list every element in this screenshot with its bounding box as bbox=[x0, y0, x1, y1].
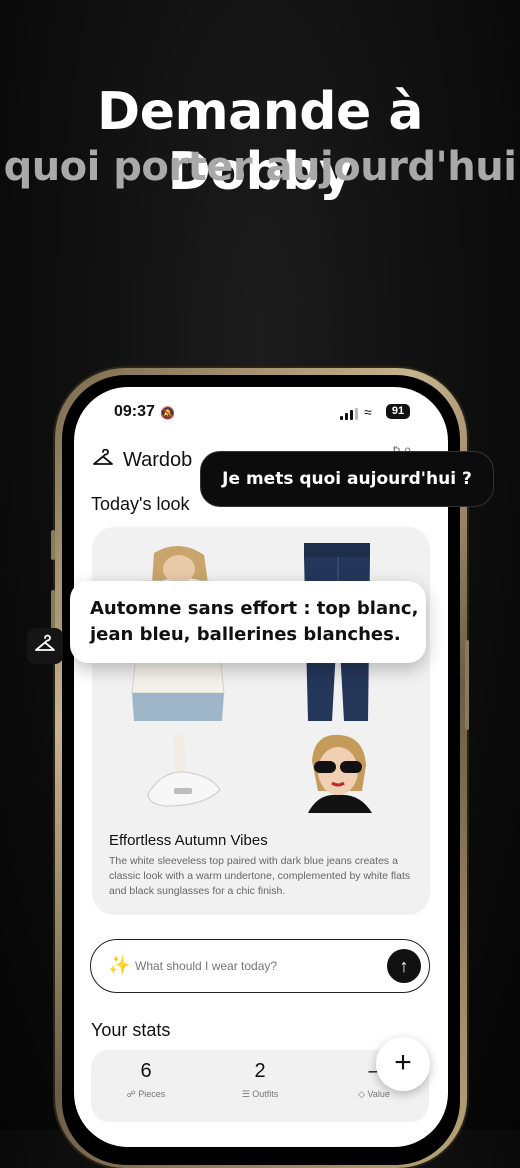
white-flats-image bbox=[147, 734, 221, 807]
look-description: The white sleeveless top paired with dar… bbox=[109, 855, 411, 897]
battery-indicator: 91 bbox=[386, 404, 410, 419]
ask-input[interactable] bbox=[133, 954, 377, 978]
user-chat-bubble: Je mets quoi aujourd'hui ? bbox=[200, 451, 494, 507]
hanger-icon bbox=[93, 449, 113, 465]
bell-off-icon: 🔕 bbox=[160, 406, 175, 420]
status-time: 09:37 bbox=[114, 403, 155, 420]
status-bar: 09:37 🔕 ≈ 91 bbox=[74, 403, 448, 427]
arrow-up-icon[interactable]: ↑ bbox=[387, 949, 421, 983]
shirt-icon: ☍ bbox=[126, 1089, 139, 1099]
assistant-chat-bubble: Automne sans effort : top blanc, jean bl… bbox=[70, 581, 426, 663]
layers-icon: ☰ bbox=[241, 1089, 253, 1099]
plus-icon: + bbox=[394, 1046, 412, 1079]
stat-value-label: Value bbox=[367, 1089, 390, 1099]
stat-pieces[interactable]: 6 ☍ Pieces bbox=[101, 1060, 191, 1100]
hero-subtitle: quoi porter aujourd'hui bbox=[3, 144, 517, 190]
sunglasses-model-image bbox=[308, 734, 372, 813]
stat-outfits-value: 2 bbox=[254, 1060, 266, 1082]
look-title: Effortless Autumn Vibes bbox=[109, 832, 268, 849]
cellular-signal-icon bbox=[340, 408, 358, 420]
add-button[interactable]: + bbox=[376, 1037, 430, 1091]
wifi-icon: ≈ bbox=[364, 404, 372, 420]
todays-look-heading: Today's look bbox=[91, 494, 190, 514]
stat-outfits[interactable]: 2 ☰ Outfits bbox=[215, 1060, 305, 1100]
hanger-icon bbox=[35, 634, 55, 651]
ask-box[interactable]: ✨ ↑ bbox=[90, 939, 430, 993]
assistant-avatar bbox=[27, 628, 63, 664]
sparkles-icon: ✨ bbox=[108, 955, 131, 975]
phone-side-button bbox=[51, 530, 55, 560]
stat-pieces-label: Pieces bbox=[138, 1089, 166, 1099]
stat-outfits-label: Outfits bbox=[252, 1089, 279, 1099]
app-brand: Wardob bbox=[123, 449, 193, 471]
assistant-message-text: Automne sans effort : top blanc, jean bl… bbox=[90, 598, 419, 645]
tag-icon: ◇ bbox=[358, 1089, 368, 1099]
stats-heading: Your stats bbox=[91, 1020, 171, 1040]
phone-power-button bbox=[465, 640, 469, 730]
stat-pieces-value: 6 bbox=[140, 1060, 152, 1082]
